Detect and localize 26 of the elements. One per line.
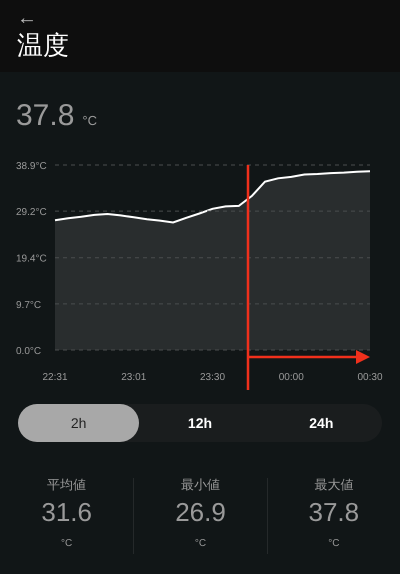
x-axis-label: 00:30 — [357, 372, 383, 383]
range-tab[interactable]: 2h — [18, 404, 140, 442]
stat-value: 26.9 — [175, 496, 226, 528]
y-axis-label: 9.7°C — [16, 300, 42, 311]
y-axis-label: 19.4°C — [16, 254, 47, 265]
stat-unit: °C — [61, 537, 72, 551]
x-axis-label: 22:31 — [42, 372, 68, 383]
stat-unit: °C — [194, 537, 206, 551]
stat-label: 平均値 — [47, 478, 86, 494]
x-axis-label: 00:00 — [278, 372, 304, 383]
y-axis-label: 29.2°C — [16, 207, 47, 218]
stat-value: 37.8 — [308, 496, 360, 528]
y-axis-label: 0.0°C — [16, 346, 42, 357]
y-axis-label: 38.9°C — [16, 161, 47, 172]
stat-unit: °C — [328, 537, 340, 551]
temperature-unit: °C — [82, 112, 97, 130]
stat-label: 最小値 — [180, 478, 220, 494]
x-axis-label: 23:01 — [121, 372, 146, 383]
stat-value: 31.6 — [41, 496, 92, 528]
range-tab[interactable]: 24h — [260, 404, 382, 442]
current-temperature: 37.8 — [16, 99, 74, 133]
range-tab[interactable]: 12h — [139, 404, 261, 442]
page-title: 温度 — [17, 30, 69, 62]
back-button[interactable]: ← — [17, 6, 37, 30]
stat-label: 最大値 — [314, 478, 354, 494]
x-axis-label: 23:30 — [200, 372, 226, 383]
